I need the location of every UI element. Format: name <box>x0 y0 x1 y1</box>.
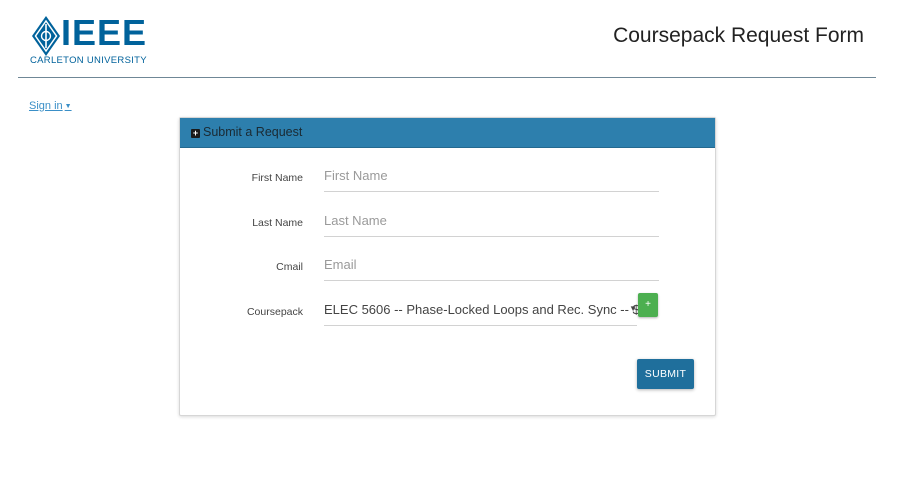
coursepack-select[interactable]: ELEC 5606 -- Phase-Locked Loops and Rec.… <box>324 296 654 326</box>
email-row: Cmail <box>180 251 715 285</box>
coursepack-label: Coursepack <box>246 306 303 318</box>
last-name-field-wrapper <box>324 207 659 237</box>
email-input[interactable] <box>324 251 654 277</box>
last-name-label: Last Name <box>252 217 303 229</box>
submit-button[interactable]: SUBMIT <box>637 359 694 389</box>
plus-square-icon: + <box>191 128 200 138</box>
panel-header: + Submit a Request <box>180 118 715 148</box>
coursepack-selected-value: ELEC 5606 -- Phase-Locked Loops and Rec.… <box>324 302 655 317</box>
email-label: Cmail <box>276 261 303 273</box>
first-name-field-wrapper <box>324 162 659 192</box>
panel-title: Submit a Request <box>203 125 303 139</box>
ieee-logo: IEEE CARLETON UNIVERSITY <box>30 12 147 70</box>
logo-text: IEEE <box>61 12 148 53</box>
ieee-diamond-icon <box>32 16 60 56</box>
page-title: Coursepack Request Form <box>613 24 864 47</box>
first-name-row: First Name <box>180 162 715 196</box>
add-coursepack-button[interactable]: + <box>638 293 658 317</box>
last-name-input[interactable] <box>324 207 654 233</box>
sign-in-link[interactable]: Sign in ▼ <box>29 100 72 112</box>
coursepack-row: Coursepack ELEC 5606 -- Phase-Locked Loo… <box>180 293 715 330</box>
last-name-row: Last Name <box>180 207 715 241</box>
sign-in-label: Sign in <box>29 100 63 112</box>
first-name-label: First Name <box>251 172 303 184</box>
logo-subtitle: CARLETON UNIVERSITY <box>30 55 147 66</box>
caret-down-icon: ▼ <box>629 304 637 313</box>
request-panel: +Submit a Request First Name Last Name C… <box>179 117 716 416</box>
page-header: IEEE CARLETON UNIVERSITY Coursepack Requ… <box>18 0 876 78</box>
caret-down-icon: ▼ <box>64 102 72 110</box>
first-name-input[interactable] <box>324 162 654 188</box>
email-field-wrapper <box>324 251 659 281</box>
